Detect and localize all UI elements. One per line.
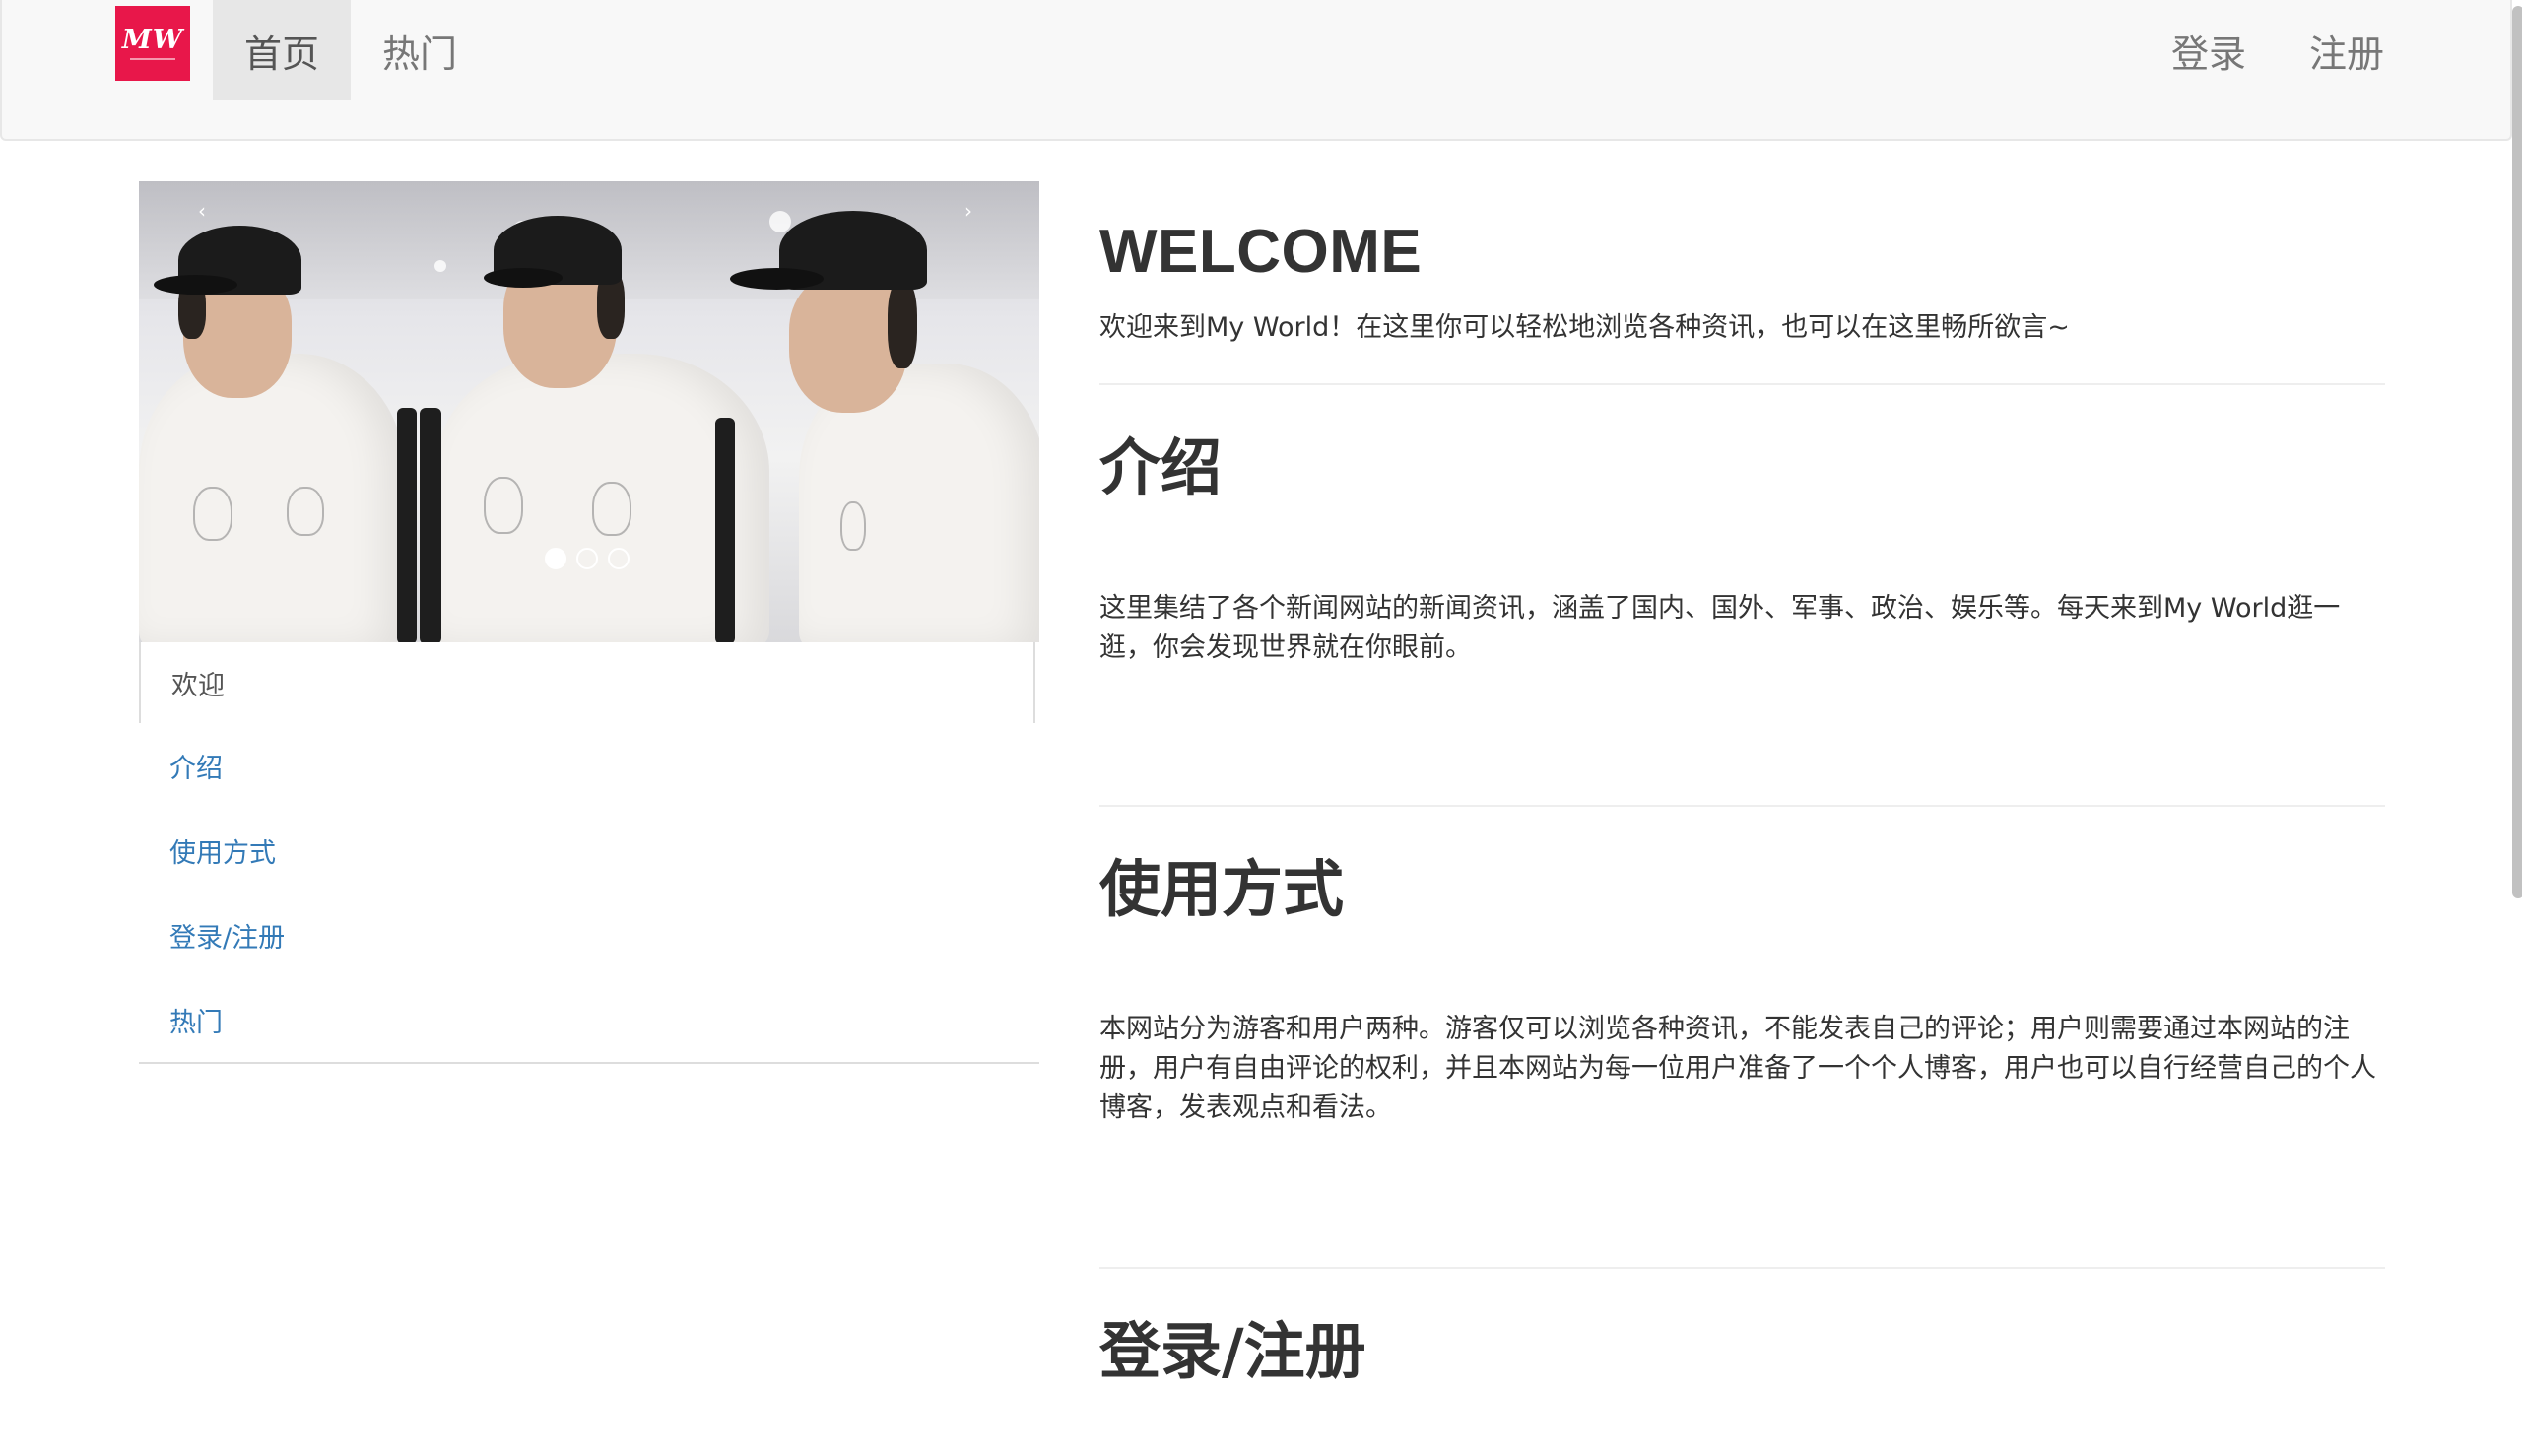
welcome-text: 欢迎来到My World！在这里你可以轻松地浏览各种资讯，也可以在这里畅所欲言~ (1099, 312, 2070, 343)
top-navbar: MW 首页 热门 登录 注册 (0, 0, 2512, 141)
section-divider (1099, 1267, 2385, 1269)
sidebar-item-intro[interactable]: 介绍 (139, 723, 1039, 808)
nav-register-link[interactable]: 注册 (2278, 0, 2416, 100)
image-carousel[interactable]: ‹ › (139, 181, 1039, 642)
sidebar-divider (139, 1062, 1039, 1064)
carousel-indicator-dot[interactable] (608, 548, 630, 569)
carousel-indicator-dot[interactable] (545, 548, 566, 569)
logo-text: MW (121, 25, 184, 55)
sidebar-item-login-register[interactable]: 登录/注册 (139, 893, 1039, 977)
sidebar-item-hot[interactable]: 热门 (139, 977, 1039, 1062)
logo-underline (130, 58, 175, 60)
carousel-prev-icon[interactable]: ‹ (198, 199, 206, 223)
section-divider (1099, 383, 2385, 385)
sidebar-item-usage[interactable]: 使用方式 (139, 808, 1039, 893)
usage-text: 本网站分为游客和用户两种。游客仅可以浏览各种资讯，不能发表自己的评论；用户则需要… (1099, 1014, 2376, 1123)
nav-hot-link[interactable]: 热门 (351, 0, 489, 100)
usage-heading: 使用方式 (1099, 853, 1345, 925)
section-divider (1099, 805, 2385, 807)
carousel-indicator-dot[interactable] (576, 548, 598, 569)
carousel-next-icon[interactable]: › (964, 199, 972, 223)
intro-heading: 介绍 (1099, 431, 1223, 503)
intro-text: 这里集结了各个新闻网站的新闻资讯，涵盖了国内、国外、军事、政治、娱乐等。每天来到… (1099, 593, 2341, 663)
welcome-heading: WELCOME (1099, 218, 1423, 286)
page-scrollbar[interactable] (2512, 0, 2522, 1456)
nav-home-link[interactable]: 首页 (213, 0, 351, 100)
scrollbar-thumb[interactable] (2512, 6, 2522, 898)
sidebar-item-welcome[interactable]: 欢迎 (139, 642, 1035, 723)
carousel-photo-person (139, 181, 1039, 642)
brand-logo[interactable]: MW (115, 6, 190, 81)
nav-login-link[interactable]: 登录 (2140, 0, 2278, 100)
login-register-heading: 登录/注册 (1099, 1315, 1366, 1387)
carousel-indicators (545, 548, 630, 569)
